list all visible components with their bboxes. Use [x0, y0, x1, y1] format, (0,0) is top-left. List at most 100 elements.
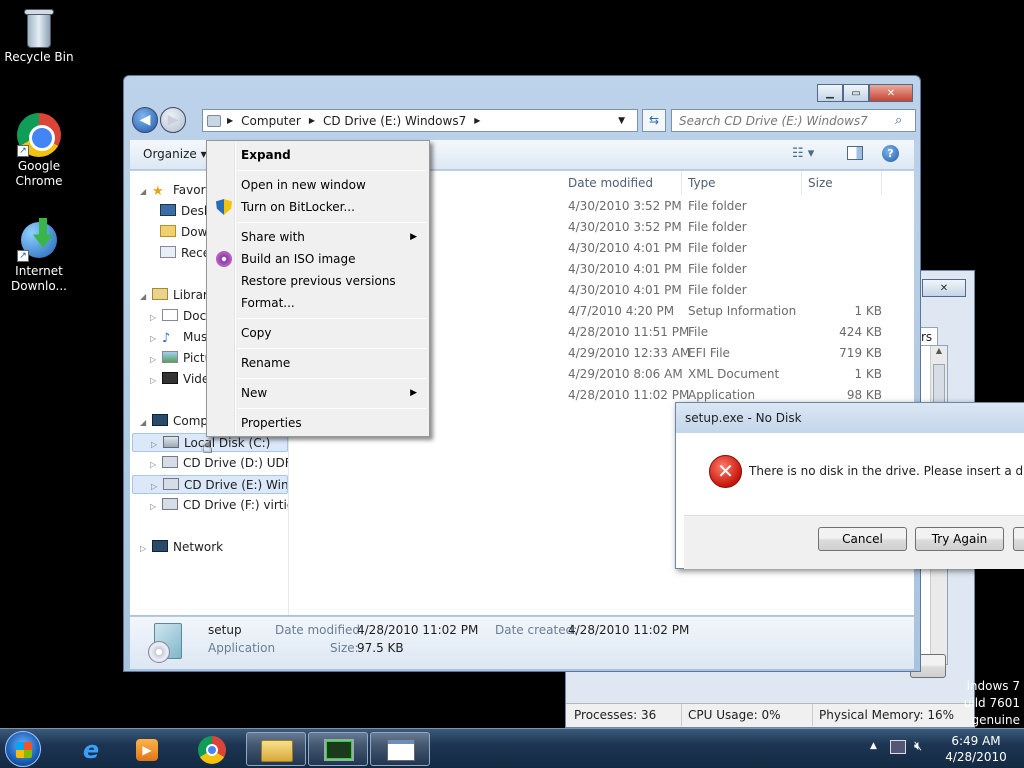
column-size[interactable]: Size: [802, 171, 882, 195]
cell-date-modified: 4/30/2010 4:01 PM: [568, 241, 682, 255]
minimize-button[interactable]: ▁: [817, 84, 843, 102]
taskbar-windows-explorer[interactable]: [246, 732, 306, 766]
desktop-icon-label: Recycle Bin: [4, 50, 74, 64]
forward-button[interactable]: ▶: [160, 107, 186, 133]
taskbar-internet-explorer[interactable]: e: [62, 732, 122, 766]
nav-drive-e[interactable]: ▷CD Drive (E:) Windows7: [132, 475, 288, 494]
clock-date: 4/28/2010: [945, 750, 1007, 764]
shortcut-arrow-icon: ↗: [17, 145, 29, 157]
cell-type: File folder: [688, 220, 747, 234]
show-hidden-icons[interactable]: ▲: [870, 741, 877, 751]
cell-date-modified: 4/30/2010 3:52 PM: [568, 199, 682, 213]
details-kind: Application: [208, 641, 276, 655]
application-icon: [148, 623, 184, 663]
desktop-icon-label: Internet Downlo...: [11, 264, 67, 293]
menu-item-properties[interactable]: Properties: [209, 412, 427, 434]
cell-type: Setup Information: [688, 304, 797, 318]
menu-item-open-new-window[interactable]: Open in new window: [209, 174, 427, 196]
downloads-folder-icon: [160, 225, 176, 237]
menu-item-share-with[interactable]: Share with ▶: [209, 226, 427, 248]
hard-drive-icon: [163, 436, 179, 448]
menu-item-build-iso[interactable]: Build an ISO image: [209, 248, 427, 270]
address-bar[interactable]: ▶ Computer ▶ CD Drive (E:) Windows7 ▶ ▼: [202, 109, 638, 132]
details-size: 97.5 KB: [357, 641, 404, 655]
nav-drive-d[interactable]: ▷CD Drive (D:) UDF Vo: [150, 454, 288, 473]
breadcrumb-separator-icon[interactable]: ▶: [309, 116, 315, 125]
desktop-icon-recycle-bin[interactable]: Recycle Bin: [1, 8, 77, 65]
menu-item-rename[interactable]: Rename: [209, 352, 427, 374]
dialog-window-icon: [387, 739, 415, 761]
processes-count: Processes: 36: [574, 708, 657, 722]
cd-drive-icon: [163, 478, 179, 490]
chrome-icon: [198, 736, 226, 764]
nav-drive-f[interactable]: ▷CD Drive (F:) virtio-w: [150, 496, 288, 515]
address-dropdown-icon[interactable]: ▼: [618, 116, 625, 126]
preview-pane-icon[interactable]: [847, 146, 863, 160]
menu-item-new[interactable]: New ▶: [209, 382, 427, 404]
cell-date-modified: 4/29/2010 8:06 AM: [568, 367, 683, 381]
search-input[interactable]: Search CD Drive (E:) Windows7: [671, 109, 916, 132]
cancel-button[interactable]: Cancel: [818, 527, 907, 551]
desktop-icon-internet-download-manager[interactable]: ↗ Internet Downlo...: [1, 218, 77, 294]
continue-button[interactable]: [1013, 527, 1024, 551]
refresh-button[interactable]: ⇆: [642, 109, 666, 132]
download-manager-icon: ↗: [17, 218, 61, 262]
cell-date-modified: 4/30/2010 4:01 PM: [568, 283, 682, 297]
star-icon: ★: [152, 184, 164, 199]
cell-type: File folder: [688, 283, 747, 297]
cell-type: File folder: [688, 199, 747, 213]
details-date-modified-label: Date modified:: [275, 623, 365, 637]
try-again-button[interactable]: Try Again: [915, 527, 1004, 551]
menu-item-turn-on-bitlocker[interactable]: Turn on BitLocker...: [209, 196, 427, 218]
help-icon[interactable]: ?: [882, 145, 899, 162]
volume-muted-icon[interactable]: 🔇︎: [914, 739, 922, 754]
videos-icon: [162, 372, 178, 384]
menu-item-expand[interactable]: Expand: [209, 144, 427, 166]
maximize-button[interactable]: ▭: [843, 84, 869, 102]
cell-type: File folder: [688, 262, 747, 276]
taskbar: e ▶ ▲ 🔇︎ 6:49 AM 4/28/2010: [0, 728, 1024, 768]
dialog-message: There is no disk in the drive. Please in…: [749, 464, 1024, 478]
libraries-icon: [152, 288, 168, 300]
desktop-icon-label: Google Chrome: [15, 159, 63, 188]
submenu-arrow-icon: ▶: [410, 388, 417, 398]
start-button[interactable]: [5, 731, 41, 767]
taskbar-media-player[interactable]: ▶: [118, 732, 178, 766]
column-date-modified[interactable]: Date modified: [562, 171, 682, 195]
menu-item-copy[interactable]: Copy: [209, 322, 427, 344]
cell-size: 719 KB: [839, 346, 882, 360]
close-button[interactable]: ✕: [869, 84, 913, 102]
clock-time: 6:49 AM: [951, 734, 1001, 748]
breadcrumb-computer[interactable]: Computer: [241, 114, 301, 128]
desktop-icon-google-chrome[interactable]: ↗ Google Chrome: [1, 113, 77, 189]
folder-icon: [261, 740, 293, 762]
cell-size: 424 KB: [839, 325, 882, 339]
cd-drive-icon: [162, 456, 178, 468]
menu-item-restore-previous-versions[interactable]: Restore previous versions: [209, 270, 427, 292]
taskbar-task-manager[interactable]: [308, 732, 368, 766]
breadcrumb-separator-icon[interactable]: ▶: [227, 116, 233, 125]
submenu-arrow-icon: ▶: [410, 232, 417, 242]
documents-icon: [162, 309, 178, 321]
no-disk-dialog[interactable]: setup.exe - No Disk ✕ There is no disk i…: [675, 402, 1024, 569]
taskbar-google-chrome[interactable]: [182, 732, 242, 766]
nav-network[interactable]: ▷ Network: [140, 538, 288, 557]
recycle-bin-icon: [22, 8, 56, 48]
column-type[interactable]: Type: [682, 171, 802, 195]
network-tray-icon[interactable]: [890, 740, 906, 754]
breadcrumb-separator-icon[interactable]: ▶: [474, 116, 480, 125]
organize-button[interactable]: Organize ▾: [143, 147, 207, 161]
taskbar-setup-dialog[interactable]: [370, 732, 430, 766]
view-options-icon[interactable]: ☷ ▾: [792, 146, 814, 161]
system-clock[interactable]: 6:49 AM 4/28/2010: [941, 733, 1011, 765]
close-button[interactable]: ✕: [922, 279, 966, 297]
details-name: setup: [208, 623, 242, 637]
menu-item-format[interactable]: Format...: [209, 292, 427, 314]
back-button[interactable]: ◀: [132, 107, 158, 133]
cell-date-modified: 4/30/2010 3:52 PM: [568, 220, 682, 234]
cell-date-modified: 4/28/2010 11:51 PM: [568, 325, 690, 339]
breadcrumb-cd-drive[interactable]: CD Drive (E:) Windows7: [323, 114, 466, 128]
details-date-modified: 4/28/2010 11:02 PM: [357, 623, 479, 637]
details-pane: setup Application Date modified: 4/28/20…: [130, 616, 914, 669]
details-date-created-label: Date created:: [495, 623, 578, 637]
